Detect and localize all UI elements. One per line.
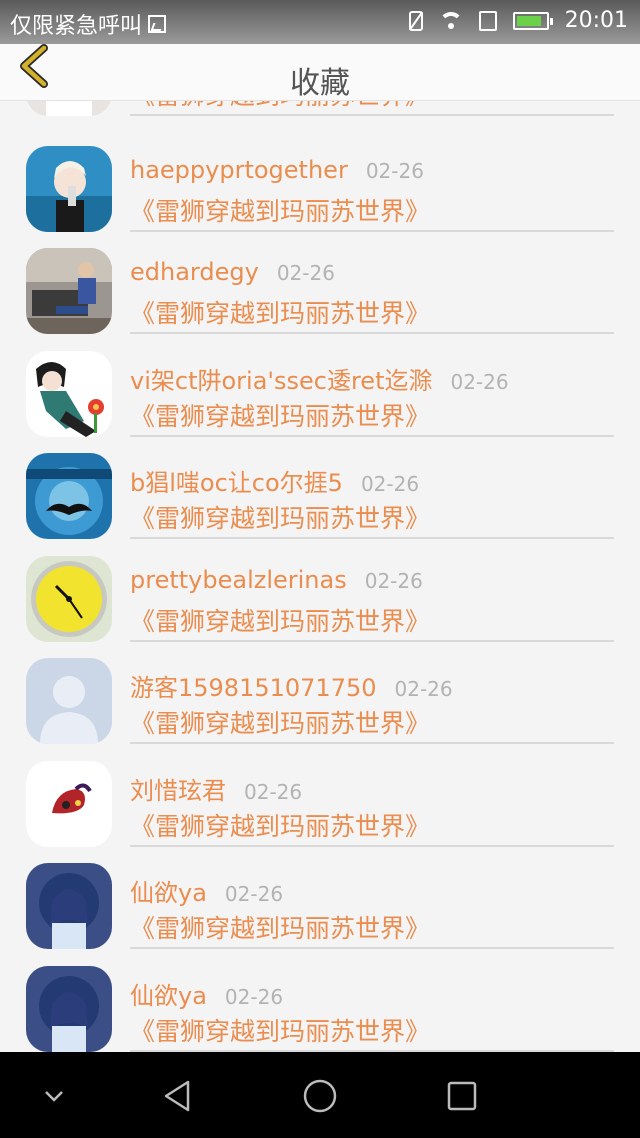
- book-title: 《雷狮穿越到玛丽苏世界》: [130, 1017, 431, 1046]
- carrier-text: 仅限紧急呼叫: [10, 14, 143, 39]
- home-circle-icon: [303, 1079, 337, 1113]
- divider: [130, 640, 614, 642]
- item-date: 02-26: [360, 472, 420, 496]
- user-name: 仙欲ya 02-26: [130, 879, 284, 907]
- chevron-down-icon: [45, 1091, 63, 1102]
- favorites-list[interactable]: 《雷狮穿越到玛丽苏世界》 haeppyprtogether02-26 《雷狮穿越…: [0, 44, 640, 1052]
- user-name: 刘惜玹君 02-26: [130, 777, 303, 805]
- divider: [130, 435, 614, 437]
- list-item[interactable]: 仙欲ya 02-26 《雷狮穿越到玛丽苏世界》: [0, 966, 640, 1052]
- item-date: 02-26: [450, 370, 509, 394]
- page-title: 收藏: [290, 66, 350, 101]
- book-title: 《雷狮穿越到玛丽苏世界》: [130, 812, 431, 841]
- list-item[interactable]: edhardegy 02-26 《雷狮穿越到玛丽苏世界》: [0, 248, 640, 350]
- book-title: 《雷狮穿越到玛丽苏世界》: [130, 299, 431, 328]
- divider: [130, 742, 614, 744]
- book-title: 《雷狮穿越到玛丽苏世界》: [130, 914, 431, 943]
- divider: [130, 332, 614, 334]
- list-item[interactable]: prettybealzlerinas 02-26 《雷狮穿越到玛丽苏世界》: [0, 556, 640, 658]
- red-hat-avatar: [26, 761, 112, 847]
- mustache-poster-avatar: [26, 453, 112, 539]
- book-title: 《雷狮穿越到玛丽苏世界》: [130, 607, 431, 636]
- divider: [130, 230, 614, 232]
- item-date: 02-26: [224, 985, 284, 1009]
- default-user-avatar: [26, 658, 112, 744]
- user-name: 仙欲ya 02-26: [130, 982, 284, 1010]
- recents-square-icon: [447, 1081, 477, 1111]
- anime-girl-avatar: [26, 966, 112, 1052]
- sim-icon: [478, 10, 497, 31]
- item-date: 02-26: [365, 159, 424, 183]
- item-date: 02-26: [224, 882, 284, 906]
- user-name: 游客1598151071750 02-26: [130, 674, 453, 702]
- gallery-icon: [148, 15, 167, 33]
- yellow-clock-avatar: [26, 556, 112, 642]
- list-item[interactable]: 刘惜玹君 02-26 《雷狮穿越到玛丽苏世界》: [0, 761, 640, 863]
- anime-boy-flower-avatar: [26, 351, 112, 437]
- sofa-men-avatar: [26, 248, 112, 334]
- user-name: vi架ct阱oria'ssec逶ret迄滁 02-26: [130, 367, 509, 395]
- list-item[interactable]: b猖l嗤oc让co尔捱5 02-26 《雷狮穿越到玛丽苏世界》: [0, 453, 640, 555]
- user-name: haeppyprtogether 02-26: [130, 156, 424, 184]
- list-item[interactable]: 游客1598151071750 02-26 《雷狮穿越到玛丽苏世界》: [0, 658, 640, 760]
- vibrate-off-icon: [408, 10, 423, 31]
- book-title: 《雷狮穿越到玛丽苏世界》: [130, 402, 431, 431]
- item-date: 02-26: [364, 569, 423, 593]
- user-name: prettybealzlerinas 02-26: [130, 566, 423, 594]
- back-nav-button[interactable]: [158, 1076, 198, 1116]
- divider: [130, 845, 614, 847]
- clock: 20:01: [564, 8, 628, 33]
- book-title: 《雷狮穿越到玛丽苏世界》: [130, 197, 431, 226]
- blonde-person-avatar: [26, 146, 112, 232]
- back-triangle-icon: [164, 1080, 190, 1112]
- list-item[interactable]: 仙欲ya 02-26 《雷狮穿越到玛丽苏世界》: [0, 863, 640, 965]
- divider: [130, 537, 614, 539]
- navigation-bar: [0, 1052, 640, 1138]
- item-date: 02-26: [276, 261, 335, 285]
- book-title: 《雷狮穿越到玛丽苏世界》: [130, 504, 431, 533]
- user-name: b猖l嗤oc让co尔捱5 02-26: [130, 469, 420, 497]
- divider: [130, 947, 614, 949]
- list-item[interactable]: haeppyprtogether 02-26 《雷狮穿越到玛丽苏世界》: [0, 146, 640, 248]
- battery-icon: [512, 11, 553, 30]
- header: 收藏: [0, 44, 640, 101]
- home-nav-button[interactable]: [300, 1076, 340, 1116]
- item-date: 02-26: [244, 780, 303, 804]
- book-title: 《雷狮穿越到玛丽苏世界》: [130, 709, 431, 738]
- list-item[interactable]: vi架ct阱oria'ssec逶ret迄滁 02-26 《雷狮穿越到玛丽苏世界》: [0, 351, 640, 453]
- user-name: edhardegy 02-26: [130, 258, 335, 286]
- divider: [130, 114, 614, 116]
- anime-girl-avatar: [26, 863, 112, 949]
- item-date: 02-26: [394, 677, 453, 701]
- recents-nav-button[interactable]: [442, 1076, 482, 1116]
- status-bar: 仅限紧急呼叫 20:01: [0, 0, 640, 44]
- wifi-icon: [438, 11, 463, 30]
- hide-nav-button[interactable]: [34, 1076, 74, 1116]
